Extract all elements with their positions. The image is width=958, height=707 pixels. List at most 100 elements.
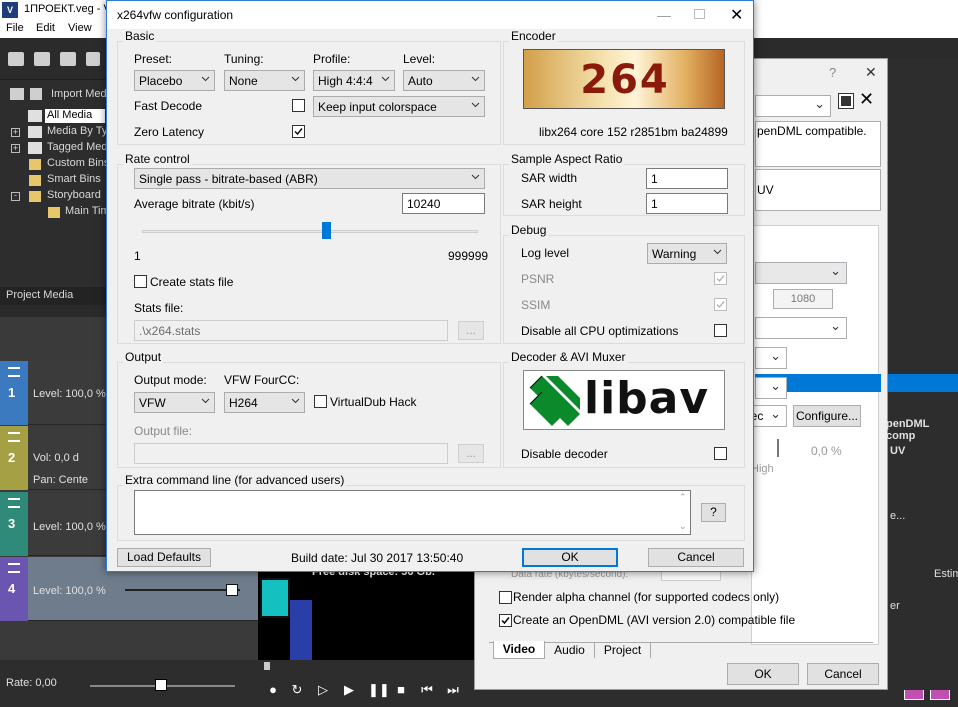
scroll-down-icon[interactable]: ⌄ <box>679 521 687 532</box>
stats-file-input[interactable]: .\x264.stats <box>134 320 448 341</box>
project-media-tab[interactable]: Project Media <box>0 287 106 305</box>
tree-item-media-by-type[interactable]: Media By Ty <box>47 125 107 140</box>
tuning-select[interactable]: None <box>224 70 305 91</box>
fourcc-select[interactable]: H264 <box>224 392 305 413</box>
track-level-slider[interactable] <box>125 589 240 591</box>
bitrate-slider-thumb[interactable] <box>322 222 332 239</box>
maximize-icon[interactable] <box>694 9 705 19</box>
level-select[interactable]: Auto <box>403 70 485 91</box>
media-event[interactable] <box>290 600 312 660</box>
create-stats-checkbox[interactable] <box>134 275 147 288</box>
bitrate-slider-track[interactable] <box>142 230 478 233</box>
aspect-select[interactable] <box>755 347 787 369</box>
field-order-select[interactable] <box>755 317 847 339</box>
sar-height-input[interactable]: 1 <box>646 193 728 214</box>
pause-icon[interactable]: ❚❚ <box>368 683 390 697</box>
disable-decoder-checkbox[interactable] <box>714 447 727 460</box>
expand-icon[interactable]: + <box>11 144 20 153</box>
import-media-icon[interactable] <box>10 88 24 100</box>
help-button[interactable]: ? <box>829 65 836 80</box>
ssim-checkbox[interactable] <box>714 298 727 311</box>
extra-cmd-textarea[interactable] <box>134 490 691 535</box>
track-menu-icon[interactable] <box>8 432 20 442</box>
chevron-down-icon <box>201 76 210 82</box>
configure-button[interactable]: Configure... <box>793 405 861 427</box>
rate-mode-select[interactable]: Single pass - bitrate-based (ABR) <box>134 168 485 189</box>
stop-icon[interactable]: ■ <box>394 683 408 697</box>
go-to-start-icon[interactable]: ⏮ <box>420 683 434 697</box>
open-folder-icon[interactable] <box>34 52 50 66</box>
menu-file[interactable]: File <box>6 22 24 34</box>
encoder-group-label: Encoder <box>509 29 558 43</box>
output-file-input[interactable] <box>134 443 448 464</box>
go-to-end-icon[interactable]: ⏭ <box>446 683 460 697</box>
fourcc-label: VFW FourCC: <box>224 373 300 387</box>
menu-view[interactable]: View <box>68 22 92 34</box>
scroll-left-icon[interactable] <box>264 662 270 670</box>
cancel-button[interactable]: Cancel <box>648 548 744 567</box>
log-level-select[interactable]: Warning <box>647 243 727 264</box>
fps-select[interactable] <box>755 377 787 399</box>
render-alpha-checkbox[interactable] <box>499 591 512 604</box>
play-icon[interactable]: ▶ <box>342 683 356 697</box>
opendml-checkbox[interactable] <box>499 614 512 627</box>
disable-cpu-checkbox[interactable] <box>714 324 727 337</box>
tab-video[interactable]: Video <box>493 641 545 659</box>
height-field[interactable]: 1080 <box>773 289 833 309</box>
output-mode-select[interactable]: VFW <box>134 392 215 413</box>
save-as-icon[interactable] <box>86 52 100 66</box>
fast-decode-checkbox[interactable] <box>292 99 305 112</box>
x264-logo: 264 <box>523 49 725 109</box>
ok-button[interactable]: OK <box>522 548 618 567</box>
new-project-icon[interactable] <box>8 52 24 66</box>
tree-item-storyboard[interactable]: Storyboard <box>47 189 101 204</box>
stats-browse-button[interactable]: ... <box>458 321 484 340</box>
delete-template-icon[interactable]: ✕ <box>859 89 874 110</box>
colorspace-value: Keep input colorspace <box>318 100 437 114</box>
opendml-label: Create an OpenDML (AVI version 2.0) comp… <box>513 613 796 627</box>
expand-icon[interactable]: + <box>11 128 20 137</box>
tree-item-custom-bins[interactable]: Custom Bins <box>47 157 109 172</box>
play-from-start-icon[interactable]: ▷ <box>316 683 330 697</box>
track-menu-icon[interactable] <box>8 367 20 377</box>
rate-slider-thumb[interactable] <box>155 679 167 691</box>
zero-latency-checkbox[interactable] <box>292 125 305 138</box>
render-ok-button[interactable]: OK <box>727 663 799 685</box>
track-menu-icon[interactable] <box>8 498 20 508</box>
save-icon[interactable] <box>60 52 76 66</box>
tab-audio[interactable]: Audio <box>545 642 595 658</box>
tree-item-tagged-media[interactable]: Tagged Med <box>47 141 108 156</box>
sar-width-input[interactable]: 1 <box>646 168 728 189</box>
bitrate-input[interactable]: 10240 <box>402 193 485 214</box>
menu-edit[interactable]: Edit <box>36 22 55 34</box>
save-template-icon[interactable] <box>838 93 854 109</box>
vdub-hack-checkbox[interactable] <box>314 395 327 408</box>
frame-size-select[interactable] <box>755 262 847 284</box>
tree-item-all-media[interactable]: All Media <box>45 109 105 123</box>
template-select[interactable] <box>755 95 831 117</box>
scroll-up-icon[interactable]: ⌃ <box>679 492 687 503</box>
colorspace-select[interactable]: Keep input colorspace <box>313 96 485 117</box>
media-tool-icon[interactable] <box>30 88 42 100</box>
collapse-icon[interactable]: - <box>11 191 20 201</box>
psnr-checkbox[interactable] <box>714 272 727 285</box>
minimize-icon[interactable]: — <box>657 7 671 23</box>
tree-item-smart-bins[interactable]: Smart Bins <box>47 173 101 188</box>
quality-slider[interactable] <box>777 439 779 457</box>
load-defaults-button[interactable]: Load Defaults <box>117 548 211 567</box>
tab-project[interactable]: Project <box>595 642 651 658</box>
video-clip[interactable] <box>260 578 290 618</box>
loop-icon[interactable]: ↻ <box>290 683 304 697</box>
render-cancel-button[interactable]: Cancel <box>807 663 879 685</box>
preset-select[interactable]: Placebo <box>134 70 215 91</box>
record-icon[interactable]: ● <box>266 683 280 697</box>
extra-help-button[interactable]: ? <box>701 503 726 522</box>
profile-select[interactable]: High 4:4:4 <box>313 70 395 91</box>
close-icon[interactable]: ✕ <box>730 5 743 25</box>
tree-item-main-timeline[interactable]: Main Tim <box>65 205 110 220</box>
import-media-button[interactable]: Import Medi <box>51 88 109 100</box>
output-browse-button[interactable]: ... <box>458 444 484 463</box>
track-menu-icon[interactable] <box>8 563 20 573</box>
close-button[interactable]: ✕ <box>865 64 877 81</box>
track-level-thumb[interactable] <box>226 584 238 596</box>
